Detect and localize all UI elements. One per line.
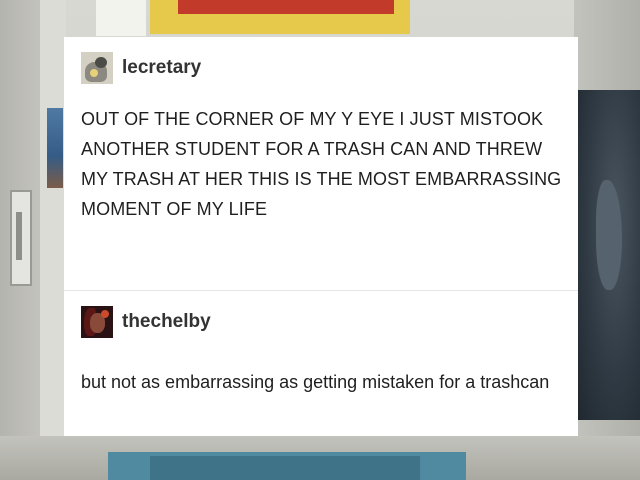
hallway-wall-panel — [40, 0, 66, 480]
username[interactable]: thechelby — [122, 306, 211, 338]
post-thechelby: thechelby but not as embarrassing as get… — [64, 291, 578, 436]
avatar-figure-highlight — [90, 69, 98, 77]
hallway-poster — [47, 108, 63, 188]
avatar-icon[interactable] — [81, 306, 113, 338]
post-body-text: but not as embarrassing as getting mista… — [81, 372, 550, 392]
post-lecretary: lecretary OUT OF THE CORNER OF MY Y EYE … — [64, 37, 578, 291]
post-author-row[interactable]: lecretary — [81, 52, 201, 84]
avatar-light — [101, 310, 109, 318]
post-body-text: OUT OF THE CORNER OF MY Y EYE I JUST MIS… — [81, 109, 562, 219]
post-author-row[interactable]: thechelby — [81, 306, 211, 338]
post-thread-card: lecretary OUT OF THE CORNER OF MY Y EYE … — [64, 37, 578, 436]
avatar-icon[interactable] — [81, 52, 113, 84]
username[interactable]: lecretary — [122, 52, 201, 84]
floor-tile-shadow — [150, 456, 420, 480]
hallway-door-handle — [16, 212, 22, 260]
ceiling-light — [96, 0, 146, 36]
ceiling-beam-stripe — [178, 0, 394, 14]
avatar-figure-head — [95, 57, 107, 68]
